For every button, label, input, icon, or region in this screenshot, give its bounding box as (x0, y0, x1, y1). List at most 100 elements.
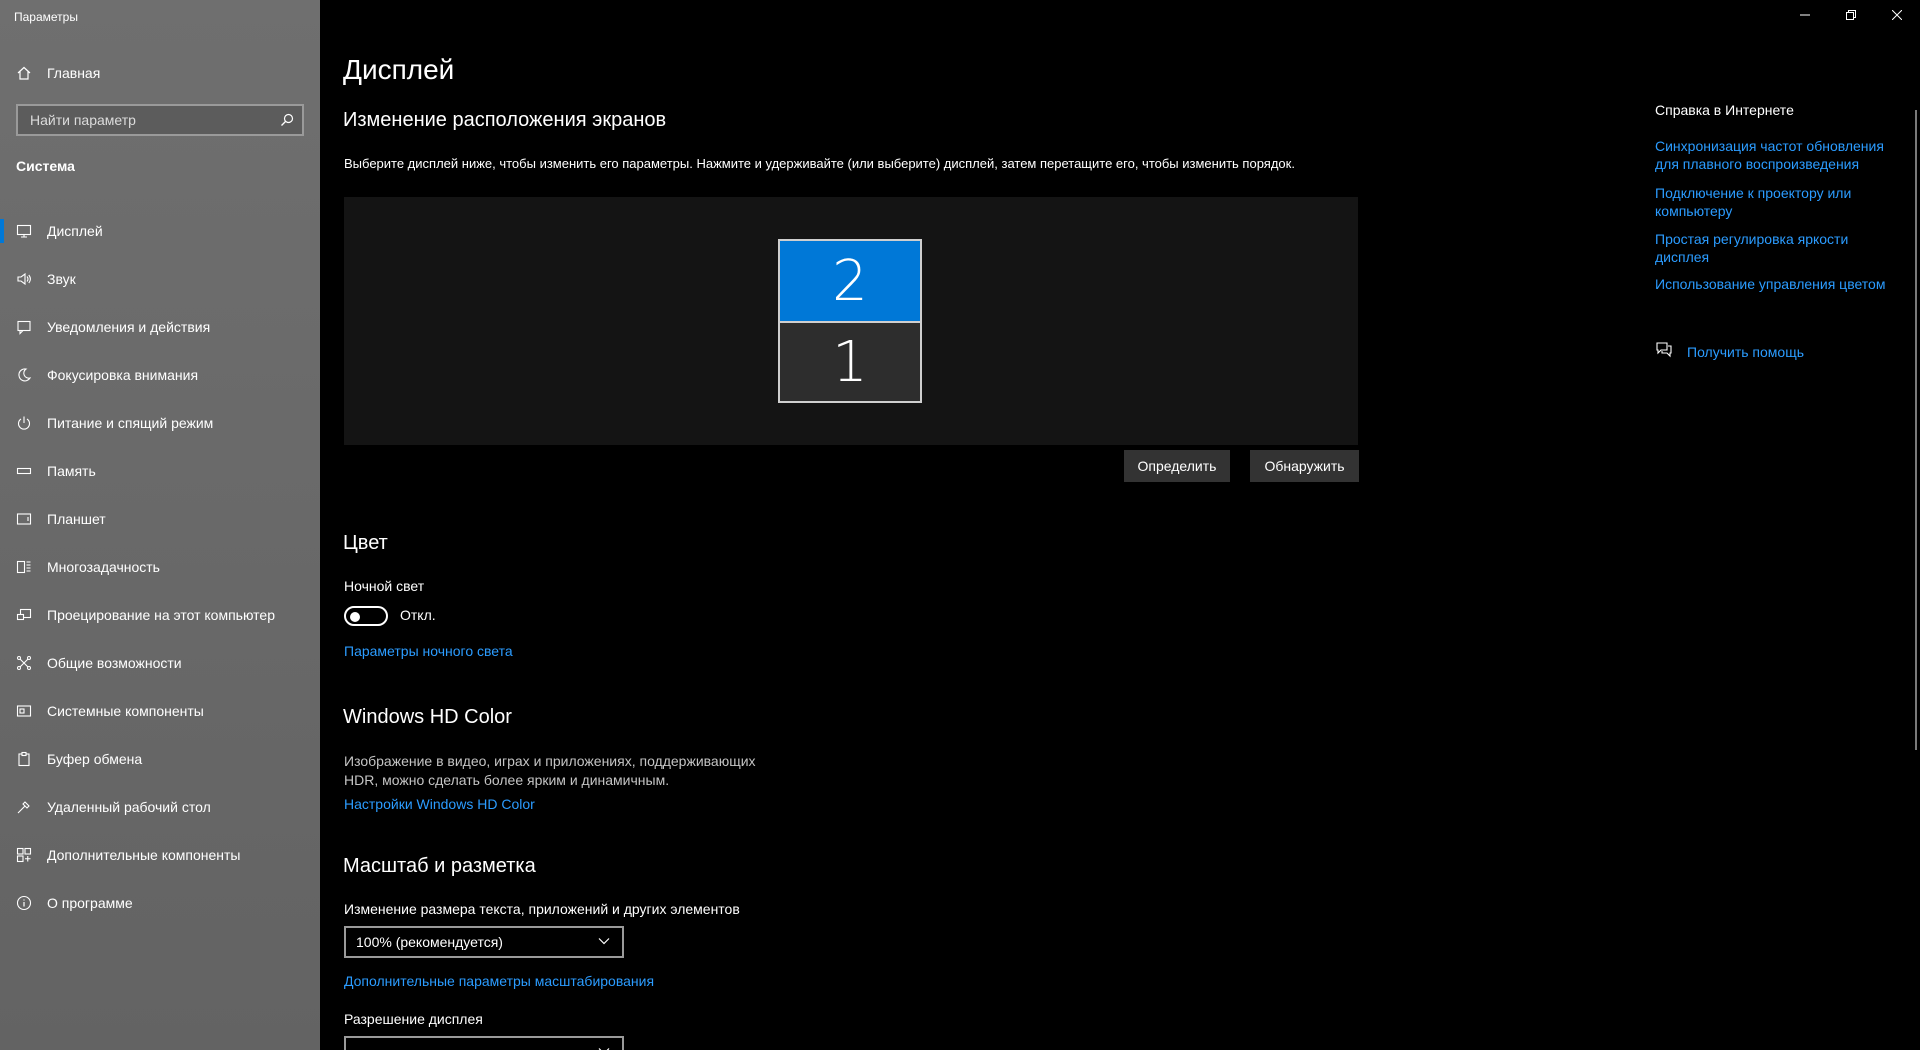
notification-icon (0, 319, 47, 335)
detect-button[interactable]: Обнаружить (1250, 450, 1359, 482)
speaker-icon (0, 271, 47, 287)
page-title: Дисплей (343, 54, 455, 85)
projecting-icon (0, 607, 47, 623)
scrollbar[interactable] (1915, 110, 1917, 750)
close-button[interactable] (1874, 0, 1920, 32)
arrange-description: Выберите дисплей ниже, чтобы изменить ег… (344, 156, 1295, 171)
get-help-row[interactable]: Получить помощь (1655, 340, 1804, 363)
arrange-heading: Изменение расположения экранов (343, 109, 667, 131)
sidebar-nav: Дисплей Звук Уведомления и действия Фоку… (0, 207, 320, 927)
sidebar-item-shared-experiences[interactable]: Общие возможности (0, 639, 320, 687)
help-link-brightness[interactable]: Простая регулировка яркости дисплея (1655, 230, 1895, 266)
search-box[interactable] (16, 104, 304, 136)
monitor-1[interactable]: 1 (778, 321, 922, 403)
sidebar-item-label: Дисплей (47, 223, 103, 239)
sidebar-item-focus-assist[interactable]: Фокусировка внимания (0, 351, 320, 399)
hdr-description-line1: Изображение в видео, играх и приложениях… (344, 753, 756, 769)
help-link-color-management[interactable]: Использование управления цветом (1655, 275, 1895, 293)
resolution-dropdown[interactable] (344, 1036, 624, 1050)
help-link-line: компьютеру (1655, 203, 1733, 219)
power-icon (0, 415, 47, 431)
help-link-line: дисплея (1655, 249, 1710, 265)
night-light-label: Ночной свет (344, 578, 425, 594)
sidebar-item-system-components[interactable]: Системные компоненты (0, 687, 320, 735)
sidebar: Параметры Главная Система Дисплей (0, 0, 320, 1050)
toggle-knob (350, 612, 360, 622)
optional-features-icon (0, 847, 47, 863)
sidebar-item-label: Фокусировка внимания (47, 367, 199, 383)
scale-size-label: Изменение размера текста, приложений и д… (344, 901, 740, 917)
help-link-refresh-sync[interactable]: Синхронизация частот обновления для плав… (1655, 137, 1895, 173)
search-icon[interactable] (280, 113, 294, 127)
restore-icon (1846, 7, 1856, 25)
night-light-state: Откл. (400, 607, 436, 623)
settings-window: Параметры Главная Система Дисплей (0, 0, 1920, 1050)
sidebar-item-multitasking[interactable]: Многозадачность (0, 543, 320, 591)
help-link-line: для плавного воспроизведения (1655, 156, 1860, 172)
system-components-icon (0, 703, 47, 719)
section-label-system: Система (16, 158, 75, 174)
chevron-down-icon (598, 934, 610, 950)
monitor-icon (0, 223, 47, 239)
sidebar-item-notifications[interactable]: Уведомления и действия (0, 303, 320, 351)
sidebar-item-tablet[interactable]: Планшет (0, 495, 320, 543)
hdr-settings-link[interactable]: Настройки Windows HD Color (344, 796, 535, 812)
sidebar-item-label: Питание и спящий режим (47, 415, 214, 431)
help-link-line: Простая регулировка яркости (1655, 231, 1849, 247)
info-icon (0, 895, 47, 911)
sidebar-item-optional-features[interactable]: Дополнительные компоненты (0, 831, 320, 879)
sidebar-item-label: Общие возможности (47, 655, 182, 671)
main-content: Дисплей Изменение расположения экранов В… (320, 0, 1610, 1050)
help-link-projector[interactable]: Подключение к проектору или компьютеру (1655, 184, 1895, 220)
minimize-icon (1800, 7, 1810, 25)
search-input[interactable] (28, 111, 268, 129)
sidebar-item-label: Многозадачность (47, 559, 160, 575)
night-light-toggle[interactable] (344, 606, 388, 626)
sidebar-item-label: Удаленный рабочий стол (47, 799, 211, 815)
scale-heading: Масштаб и разметка (343, 855, 536, 877)
night-light-settings-link[interactable]: Параметры ночного света (344, 643, 513, 659)
sidebar-item-label: Буфер обмена (47, 751, 143, 767)
home-icon (0, 65, 47, 81)
sidebar-item-label: Уведомления и действия (47, 319, 211, 335)
shared-experiences-icon (0, 655, 47, 671)
remote-desktop-icon (0, 799, 47, 815)
close-icon (1891, 7, 1903, 25)
sidebar-item-label: Звук (47, 271, 76, 287)
sidebar-item-label: Память (47, 463, 96, 479)
sidebar-item-storage[interactable]: Память (0, 447, 320, 495)
sidebar-item-projecting[interactable]: Проецирование на этот компьютер (0, 591, 320, 639)
sidebar-item-label: Планшет (47, 511, 106, 527)
get-help-link[interactable]: Получить помощь (1687, 344, 1804, 360)
sidebar-item-label: Дополнительные компоненты (47, 847, 241, 863)
sidebar-item-power[interactable]: Питание и спящий режим (0, 399, 320, 447)
clipboard-icon (0, 751, 47, 767)
monitor-arrangement-area[interactable]: 2 1 (344, 197, 1358, 445)
restore-button[interactable] (1828, 0, 1874, 32)
tablet-icon (0, 511, 47, 527)
hdr-description-line2: HDR, можно сделать более ярким и динамич… (344, 772, 670, 788)
chevron-down-icon (598, 1044, 610, 1050)
sidebar-item-remote-desktop[interactable]: Удаленный рабочий стол (0, 783, 320, 831)
storage-icon (0, 463, 47, 479)
minimize-button[interactable] (1782, 0, 1828, 32)
advanced-scaling-link[interactable]: Дополнительные параметры масштабирования (344, 973, 654, 989)
sidebar-home[interactable]: Главная (0, 57, 320, 89)
help-link-line: Подключение к проектору или (1655, 185, 1852, 201)
sidebar-item-clipboard[interactable]: Буфер обмена (0, 735, 320, 783)
help-link-line: Использование управления цветом (1655, 276, 1886, 292)
sidebar-item-about[interactable]: О программе (0, 879, 320, 927)
sidebar-item-label: Системные компоненты (47, 703, 204, 719)
scale-dropdown[interactable]: 100% (рекомендуется) (344, 926, 624, 958)
scale-dropdown-value: 100% (рекомендуется) (356, 934, 503, 950)
sidebar-home-label: Главная (47, 65, 101, 81)
resolution-label: Разрешение дисплея (344, 1011, 483, 1027)
sidebar-item-sound[interactable]: Звук (0, 255, 320, 303)
monitor-2[interactable]: 2 (778, 239, 922, 323)
moon-icon (0, 367, 47, 383)
identify-button[interactable]: Определить (1124, 450, 1230, 482)
related-help-pane: Справка в Интернете Синхронизация частот… (1655, 0, 1905, 1050)
sidebar-item-display[interactable]: Дисплей (0, 207, 320, 255)
sidebar-item-label: Проецирование на этот компьютер (47, 607, 275, 623)
get-help-icon (1655, 340, 1687, 363)
